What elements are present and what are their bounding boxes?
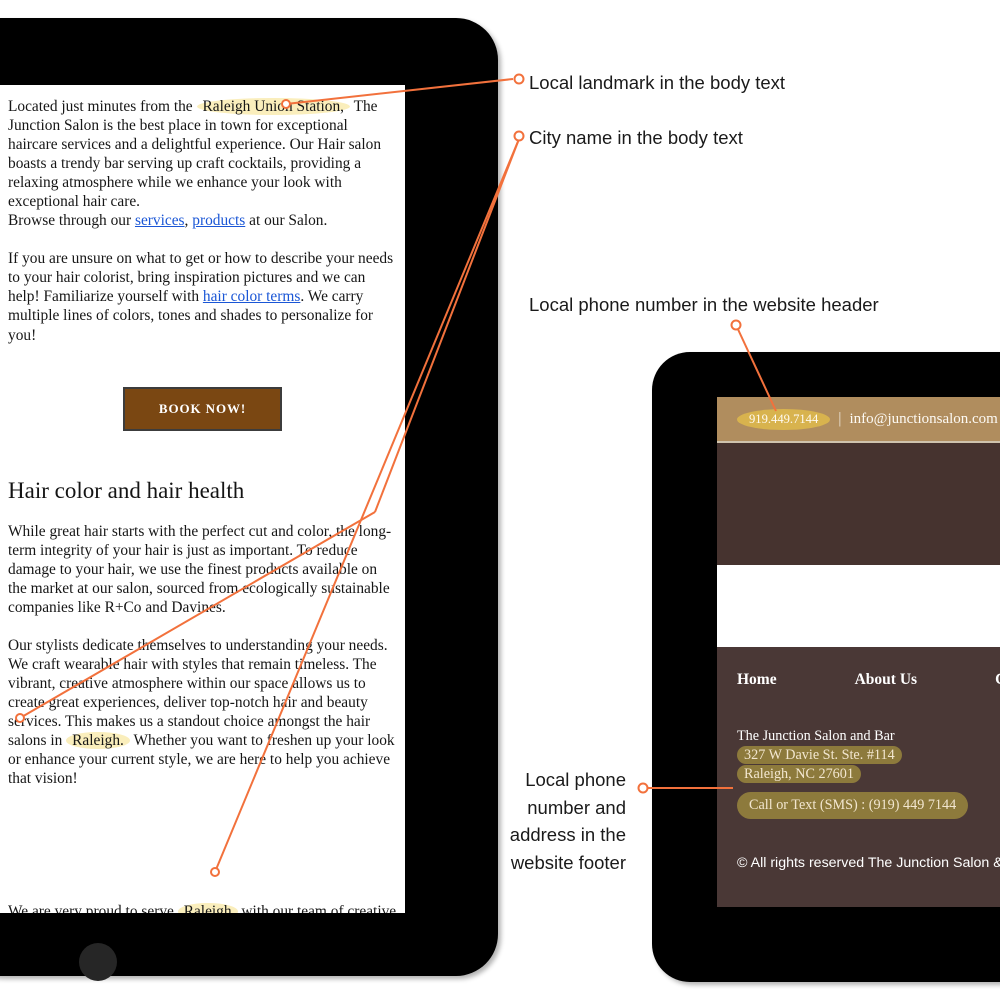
topbar-email[interactable]: info@junctionsalon.com — [849, 411, 997, 428]
highlight-raleigh-1: Raleigh. — [66, 732, 130, 750]
highlight-raleigh-2: Raleigh — [177, 903, 238, 913]
paragraph-intro: Located just minutes from the Raleigh Un… — [8, 97, 397, 211]
right-tablet-device: 919.449.7144 | info@junctionsalon.com Ho… — [652, 352, 1000, 982]
cta-container: BOOK NOW! — [8, 386, 397, 431]
browse-before: Browse through our — [8, 212, 135, 230]
link-services[interactable]: services — [135, 212, 185, 229]
section-heading-hair-color: Hair color and hair health — [8, 477, 245, 503]
leader-dot-footer — [637, 782, 649, 794]
annotation-label-footer: Local phone number and address in the we… — [509, 769, 626, 873]
footer-copyright: © All rights reserved The Junction Salon… — [737, 855, 1000, 871]
browse-after: at our Salon. — [245, 212, 328, 230]
leader-dot-landmark — [513, 73, 525, 85]
proud-before: We are very proud to serve — [8, 903, 178, 913]
footer-address-lines: 327 W Davie St. Ste. #114 Raleigh, NC 276… — [737, 746, 1000, 784]
paragraph-browse: Browse through our services, products at… — [8, 211, 397, 230]
topbar-phone-number[interactable]: 919.449.7144 — [737, 408, 831, 430]
salon-page-body: Located just minutes from the Raleigh Un… — [0, 85, 405, 913]
footer-nav: Home About Us C — [717, 647, 1000, 689]
highlight-address-line2: Raleigh, NC 27601 — [737, 765, 861, 783]
topbar-separator: | — [838, 410, 842, 427]
annotation-label-phone-header: Local phone number in the website header — [529, 294, 879, 315]
left-tablet-screen: Located just minutes from the Raleigh Un… — [0, 85, 405, 913]
footer-nav-item-home[interactable]: Home — [737, 671, 777, 689]
paragraph-intro-before: Located just minutes from the — [8, 98, 197, 115]
paragraph-hair-health: While great hair starts with the perfect… — [8, 522, 392, 616]
website-topbar: 919.449.7144 | info@junctionsalon.com — [717, 397, 1000, 443]
highlight-raleigh-union-station: Raleigh Union Station, — [196, 98, 350, 115]
footer-nav-item-about-us[interactable]: About Us — [855, 671, 917, 689]
paragraph-colorist: If you are unsure on what to get or how … — [8, 249, 397, 344]
paragraph-stylists: Our stylists dedicate themselves to unde… — [8, 636, 397, 788]
paragraph-proud-to-serve: We are very proud to serve Raleigh with … — [8, 902, 397, 913]
home-button[interactable] — [79, 943, 117, 981]
annotation-label-city: City name in the body text — [529, 127, 743, 148]
website-white-band — [717, 565, 1000, 647]
leader-dot-phone-header — [730, 319, 742, 331]
annotation-label-landmark: Local landmark in the body text — [529, 72, 786, 93]
book-now-button[interactable]: BOOK NOW! — [122, 386, 283, 431]
footer-business-name: The Junction Salon and Bar — [737, 728, 895, 744]
footer-address-block: The Junction Salon and Bar 327 W Davie S… — [717, 689, 1000, 819]
right-tablet-screen: 919.449.7144 | info@junctionsalon.com Ho… — [717, 397, 1000, 907]
left-tablet-device: Located just minutes from the Raleigh Un… — [0, 18, 498, 981]
link-hair-color-terms[interactable]: hair color terms — [203, 288, 300, 305]
footer-nav-item-contact[interactable]: C — [995, 671, 1000, 689]
highlight-address-line1: 327 W Davie St. Ste. #114 — [737, 746, 902, 764]
link-products[interactable]: products — [192, 212, 245, 229]
leader-dot-city — [513, 130, 525, 142]
highlight-footer-sms-phone[interactable]: Call or Text (SMS) : (919) 449 7144 — [737, 792, 969, 819]
website-footer: Home About Us C The Junction Salon and B… — [717, 647, 1000, 907]
website-hero-band — [717, 443, 1000, 565]
